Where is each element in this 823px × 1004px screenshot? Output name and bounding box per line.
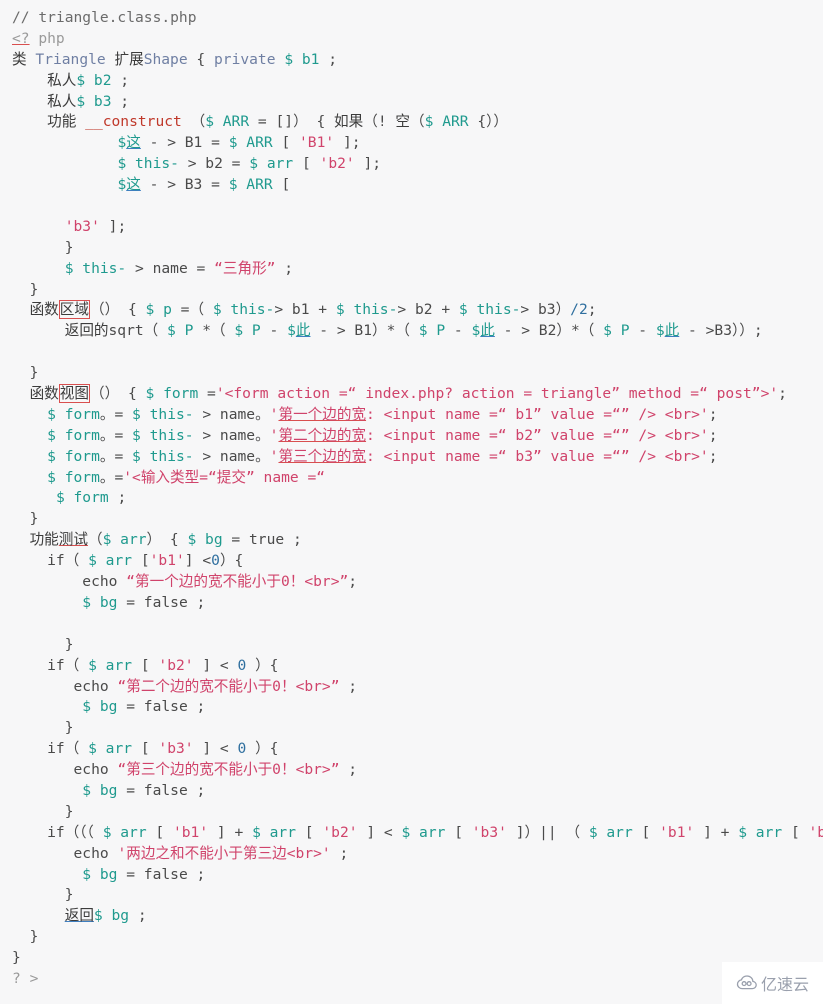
code-line: $ form。= $ this- > name。'第一个边的宽: <input … bbox=[47, 405, 718, 423]
code-line: $ bg = false ; bbox=[82, 781, 206, 799]
code-line: $ this- > name = “三角形” ; bbox=[64, 259, 294, 277]
code-line: 功能 __construct （$ ARR = []） { 如果（! 空（$ A… bbox=[47, 113, 509, 131]
code-line: $ form ; bbox=[55, 489, 127, 507]
code-line bbox=[0, 614, 823, 635]
code-line: 类 Triangle 扩展Shape { private $ b1 ; bbox=[12, 50, 338, 68]
code-line: echo “第三个边的宽不能小于0！<br>” ; bbox=[12, 761, 358, 779]
watermark-label: 亿速云 bbox=[760, 977, 809, 994]
code-line: ? > bbox=[12, 969, 39, 987]
code-line: 函数视图（） { $ form ='<form action =“ index.… bbox=[29, 384, 787, 404]
code-line: } bbox=[12, 635, 74, 653]
code-line: 私人$ b2 ; bbox=[47, 71, 130, 89]
code-line: $这 - > B3 = $ ARR [ bbox=[117, 176, 291, 194]
code-line: $ bg = false ; bbox=[82, 593, 206, 611]
code-line: if（ $ arr [ 'b2' ] < 0 ）{ bbox=[12, 656, 279, 674]
code-line: } bbox=[12, 802, 74, 820]
code-line: 返回的sqrt（ $ P *（ $ P - $此 - > B1）*（ $ P -… bbox=[64, 322, 763, 340]
code-line: } bbox=[12, 364, 39, 382]
code-line: } bbox=[12, 928, 39, 946]
cloud-icon bbox=[736, 975, 758, 991]
code-line: } bbox=[12, 949, 21, 967]
code-line: $ this- > b2 = $ arr [ 'b2' ]; bbox=[117, 155, 382, 173]
code-line: 返回$ bg ; bbox=[64, 907, 147, 925]
code-line: 'b3' ]; bbox=[64, 217, 127, 235]
code-line: echo '两边之和不能小于第三边<br>' ; bbox=[12, 844, 349, 862]
code-line: echo “第二个边的宽不能小于0！<br>” ; bbox=[12, 677, 358, 695]
code-line bbox=[0, 342, 823, 363]
code-line: if（（（ $ arr [ 'b1' ] + $ arr [ 'b2' ] < … bbox=[12, 823, 823, 841]
code-line: 功能测试（$ arr） { $ bg = true ; bbox=[29, 531, 302, 549]
code-line: $ bg = false ; bbox=[82, 865, 206, 883]
code-line: } bbox=[12, 719, 74, 737]
code-line: $ form。= $ this- > name。'第三个边的宽: <input … bbox=[47, 447, 718, 465]
code-line: echo “第一个边的宽不能小于0！<br>”; bbox=[12, 573, 358, 591]
code-line: 私人$ b3 ; bbox=[47, 92, 130, 110]
code-line: } bbox=[12, 280, 39, 298]
code-line: 函数区域（） { $ p =（ $ this-> b1 + $ this-> b… bbox=[29, 300, 597, 320]
code-line: $ bg = false ; bbox=[82, 698, 206, 716]
code-line: $这 - > B1 = $ ARR [ 'B1' ]; bbox=[117, 134, 361, 152]
code-line: } bbox=[12, 886, 74, 904]
code-line: // triangle.class.php bbox=[12, 9, 197, 26]
code-line: $ form。= $ this- > name。'第二个边的宽: <input … bbox=[47, 426, 718, 444]
code-line bbox=[0, 196, 823, 217]
watermark: 亿速云 bbox=[722, 962, 823, 1004]
code-line: $ form。='<输入类型=“提交” name =“ bbox=[47, 468, 326, 486]
code-line: } bbox=[12, 510, 39, 528]
code-line: } bbox=[12, 238, 74, 256]
code-line: <? php bbox=[12, 29, 65, 47]
code-listing: // triangle.class.php <? php 类 Triangle … bbox=[0, 0, 823, 1004]
code-line: if（ $ arr [ 'b3' ] < 0 ）{ bbox=[12, 740, 279, 758]
code-line: if（ $ arr ['b1'] <0）{ bbox=[12, 552, 244, 570]
